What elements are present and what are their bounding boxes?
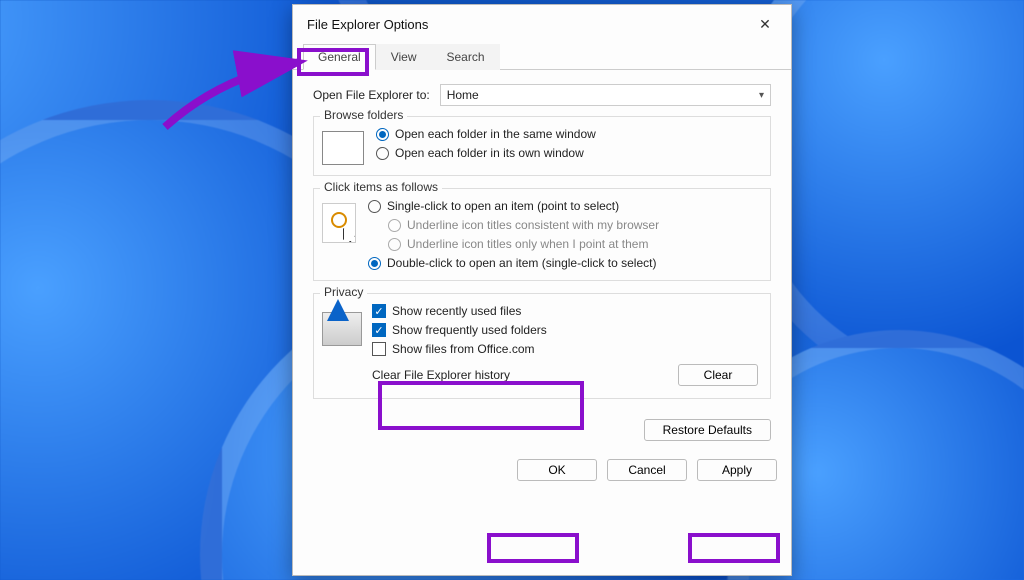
apply-button[interactable]: Apply	[697, 459, 777, 481]
radio-icon	[376, 147, 389, 160]
open-to-value: Home	[447, 88, 479, 102]
browse-folders-group: Browse folders Open each folder in the s…	[313, 116, 771, 176]
open-to-select[interactable]: Home ▾	[440, 84, 771, 106]
tab-general[interactable]: General	[303, 44, 376, 70]
click-items-legend: Click items as follows	[320, 180, 442, 194]
close-button[interactable]: ✕	[747, 10, 783, 38]
open-to-label: Open File Explorer to:	[313, 88, 430, 102]
checkbox-office-files[interactable]: Show files from Office.com	[372, 342, 762, 356]
radio-own-window-label: Open each folder in its own window	[395, 146, 584, 160]
checkbox-office-files-label: Show files from Office.com	[392, 342, 535, 356]
tab-search[interactable]: Search	[432, 44, 500, 70]
dialog-footer: OK Cancel Apply	[293, 449, 791, 495]
browse-folders-legend: Browse folders	[320, 108, 407, 122]
clear-history-label: Clear File Explorer history	[372, 368, 510, 382]
chevron-down-icon: ▾	[759, 90, 764, 101]
titlebar: File Explorer Options ✕	[293, 5, 791, 39]
checkbox-icon: ✓	[372, 304, 386, 318]
radio-double-click[interactable]: Double-click to open an item (single-cli…	[368, 256, 659, 270]
tab-content-general: Open File Explorer to: Home ▾ Browse fol…	[293, 70, 791, 449]
tab-strip: General View Search	[293, 43, 791, 70]
click-items-group: Click items as follows Single-click to o…	[313, 188, 771, 281]
radio-same-window-label: Open each folder in the same window	[395, 127, 596, 141]
file-click-icon	[322, 203, 356, 243]
radio-single-click[interactable]: Single-click to open an item (point to s…	[368, 199, 659, 213]
radio-icon	[388, 219, 401, 232]
checkbox-icon: ✓	[372, 323, 386, 337]
radio-underline-browser-label: Underline icon titles consistent with my…	[407, 218, 659, 232]
radio-underline-point-label: Underline icon titles only when I point …	[407, 237, 648, 251]
radio-icon	[368, 200, 381, 213]
privacy-legend: Privacy	[320, 285, 367, 299]
tab-view[interactable]: View	[376, 44, 432, 70]
drive-icon	[322, 312, 362, 346]
window-title: File Explorer Options	[307, 17, 428, 32]
radio-same-window[interactable]: Open each folder in the same window	[376, 127, 596, 141]
folder-icon	[322, 131, 364, 165]
close-icon: ✕	[759, 16, 771, 33]
checkbox-recent-files-label: Show recently used files	[392, 304, 521, 318]
clear-button[interactable]: Clear	[678, 364, 758, 386]
checkbox-frequent-folders-label: Show frequently used folders	[392, 323, 547, 337]
radio-double-click-label: Double-click to open an item (single-cli…	[387, 256, 656, 270]
radio-underline-browser: Underline icon titles consistent with my…	[368, 218, 659, 232]
checkbox-icon	[372, 342, 386, 356]
privacy-group: Privacy ✓ Show recently used files ✓ Sho…	[313, 293, 771, 399]
radio-icon	[388, 238, 401, 251]
file-explorer-options-dialog: File Explorer Options ✕ General View Sea…	[292, 4, 792, 576]
radio-icon	[368, 257, 381, 270]
restore-defaults-button[interactable]: Restore Defaults	[644, 419, 771, 441]
checkbox-frequent-folders[interactable]: ✓ Show frequently used folders	[372, 323, 762, 337]
ok-button[interactable]: OK	[517, 459, 597, 481]
radio-icon	[376, 128, 389, 141]
radio-single-click-label: Single-click to open an item (point to s…	[387, 199, 619, 213]
cancel-button[interactable]: Cancel	[607, 459, 687, 481]
checkbox-recent-files[interactable]: ✓ Show recently used files	[372, 304, 762, 318]
radio-underline-point: Underline icon titles only when I point …	[368, 237, 659, 251]
radio-own-window[interactable]: Open each folder in its own window	[376, 146, 596, 160]
